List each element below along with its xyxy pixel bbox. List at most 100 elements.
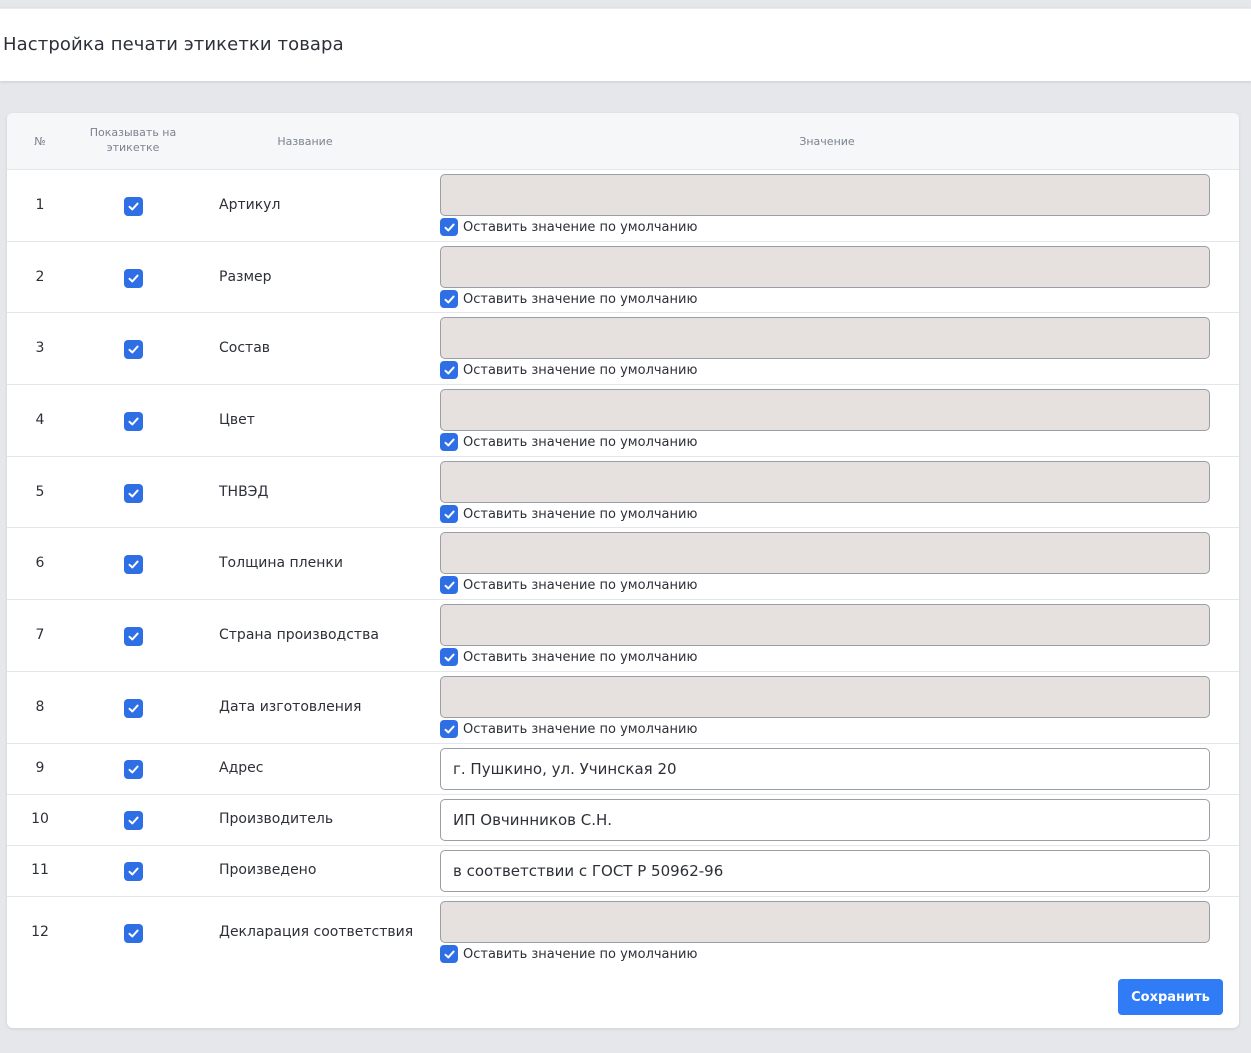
use-default-checkbox[interactable]	[440, 361, 458, 379]
use-default-checkbox[interactable]	[440, 576, 458, 594]
check-icon	[128, 929, 139, 938]
check-icon	[444, 223, 455, 232]
row-number: 12	[31, 924, 49, 940]
use-default-toggle[interactable]: Оставить значение по умолчанию	[440, 361, 697, 379]
field-name: Дата изготовления	[219, 699, 362, 715]
check-icon	[128, 274, 139, 283]
row-number: 5	[35, 484, 45, 500]
use-default-toggle[interactable]: Оставить значение по умолчанию	[440, 218, 697, 236]
show-on-label-checkbox[interactable]	[124, 811, 143, 830]
row-number: 8	[35, 699, 45, 715]
use-default-toggle[interactable]: Оставить значение по умолчанию	[440, 505, 697, 523]
field-name: Цвет	[219, 412, 255, 428]
check-icon	[128, 345, 139, 354]
use-default-label: Оставить значение по умолчанию	[463, 721, 698, 737]
check-icon	[128, 816, 139, 825]
check-icon	[444, 510, 455, 519]
value-input[interactable]	[440, 246, 1210, 288]
table-row: 5 ТНВЭД Оставить значение по умолчанию	[7, 457, 1239, 528]
show-on-label-checkbox[interactable]	[124, 760, 143, 779]
show-on-label-checkbox[interactable]	[124, 197, 143, 216]
value-input[interactable]	[440, 676, 1210, 718]
check-icon	[128, 489, 139, 498]
value-input[interactable]	[440, 748, 1210, 790]
table-row: 9 Адрес	[7, 744, 1239, 795]
check-icon	[444, 438, 455, 447]
field-name: Страна производства	[219, 627, 379, 643]
save-button[interactable]: Сохранить	[1118, 979, 1223, 1015]
row-number: 2	[35, 269, 45, 285]
use-default-label: Оставить значение по умолчанию	[463, 362, 698, 378]
use-default-toggle[interactable]: Оставить значение по умолчанию	[440, 433, 697, 451]
check-icon	[128, 867, 139, 876]
value-input[interactable]	[440, 850, 1210, 892]
row-number: 6	[35, 555, 45, 571]
use-default-checkbox[interactable]	[440, 648, 458, 666]
value-input[interactable]	[440, 799, 1210, 841]
use-default-toggle[interactable]: Оставить значение по умолчанию	[440, 945, 697, 963]
field-name: Производитель	[219, 811, 334, 827]
use-default-checkbox[interactable]	[440, 290, 458, 308]
check-icon	[128, 765, 139, 774]
show-on-label-checkbox[interactable]	[124, 412, 143, 431]
table-row: 2 Размер Оставить значение по умолчанию	[7, 242, 1239, 313]
use-default-checkbox[interactable]	[440, 945, 458, 963]
table-row: 10 Производитель	[7, 795, 1239, 846]
value-input[interactable]	[440, 317, 1210, 359]
row-number: 1	[35, 197, 45, 213]
use-default-toggle[interactable]: Оставить значение по умолчанию	[440, 648, 697, 666]
field-name: Размер	[219, 269, 272, 285]
page-header: Настройка печати этикетки товара	[0, 8, 1251, 81]
field-name: Адрес	[219, 760, 264, 776]
value-input[interactable]	[440, 901, 1210, 943]
page-title: Настройка печати этикетки товара	[3, 34, 344, 55]
check-icon	[444, 950, 455, 959]
check-icon	[128, 417, 139, 426]
use-default-label: Оставить значение по умолчанию	[463, 291, 698, 307]
field-name: ТНВЭД	[219, 484, 269, 500]
value-input[interactable]	[440, 389, 1210, 431]
show-on-label-checkbox[interactable]	[124, 862, 143, 881]
show-on-label-checkbox[interactable]	[124, 484, 143, 503]
check-icon	[128, 704, 139, 713]
use-default-label: Оставить значение по умолчанию	[463, 434, 698, 450]
use-default-label: Оставить значение по умолчанию	[463, 219, 698, 235]
field-name: Состав	[219, 340, 271, 356]
use-default-label: Оставить значение по умолчанию	[463, 506, 698, 522]
table-row: 8 Дата изготовления Оставить значение по у…	[7, 672, 1239, 744]
table-row: 11 Произведено	[7, 846, 1239, 897]
use-default-checkbox[interactable]	[440, 505, 458, 523]
use-default-checkbox[interactable]	[440, 720, 458, 738]
header-num: №	[34, 135, 46, 148]
table-row: 12 Декларация соответствия Оставить значен…	[7, 897, 1239, 967]
check-icon	[444, 653, 455, 662]
use-default-toggle[interactable]: Оставить значение по умолчанию	[440, 576, 697, 594]
value-input[interactable]	[440, 174, 1210, 216]
show-on-label-checkbox[interactable]	[124, 340, 143, 359]
table-row: 6 Толщина пленки Оставить значение по умол…	[7, 528, 1239, 600]
show-on-label-checkbox[interactable]	[124, 555, 143, 574]
row-number: 10	[31, 811, 49, 827]
check-icon	[444, 295, 455, 304]
show-on-label-checkbox[interactable]	[124, 627, 143, 646]
show-on-label-checkbox[interactable]	[124, 924, 143, 943]
check-icon	[128, 202, 139, 211]
show-on-label-checkbox[interactable]	[124, 699, 143, 718]
check-icon	[444, 366, 455, 375]
row-number: 11	[31, 862, 49, 878]
check-icon	[128, 632, 139, 641]
value-input[interactable]	[440, 461, 1210, 503]
header-value: Значение	[799, 135, 855, 148]
use-default-checkbox[interactable]	[440, 218, 458, 236]
show-on-label-checkbox[interactable]	[124, 269, 143, 288]
use-default-toggle[interactable]: Оставить значение по умолчанию	[440, 720, 697, 738]
header-name: Название	[277, 135, 333, 148]
check-icon	[444, 725, 455, 734]
use-default-checkbox[interactable]	[440, 433, 458, 451]
row-number: 7	[35, 627, 45, 643]
value-input[interactable]	[440, 532, 1210, 574]
table-row: 7 Страна производства Оставить значение по…	[7, 600, 1239, 672]
label-settings-card: № Показывать на этикетке Название Значен…	[7, 113, 1239, 1028]
use-default-toggle[interactable]: Оставить значение по умолчанию	[440, 290, 697, 308]
value-input[interactable]	[440, 604, 1210, 646]
